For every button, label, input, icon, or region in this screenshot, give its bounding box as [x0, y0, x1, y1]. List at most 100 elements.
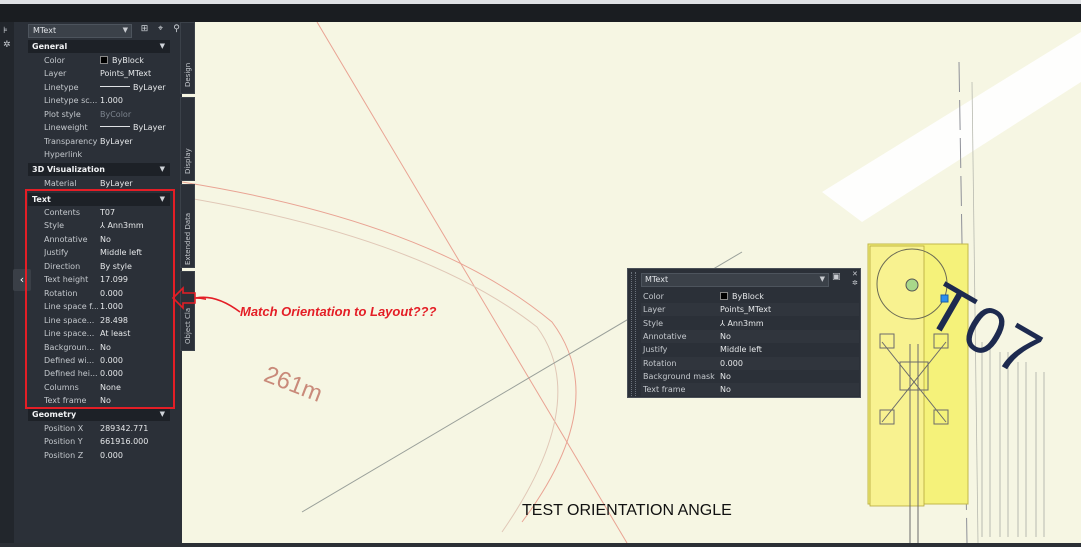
qp-property-value[interactable]: ⅄ Ann3mm: [720, 319, 764, 328]
select-objects-icon[interactable]: ⌖: [154, 24, 167, 37]
qp-property-label: Annotative: [643, 331, 687, 341]
tab-design[interactable]: Design: [180, 22, 195, 94]
qp-property-value[interactable]: Middle left: [720, 345, 762, 354]
property-value[interactable]: ByLayer: [100, 83, 166, 92]
property-value[interactable]: ByBlock: [100, 56, 144, 65]
qp-property-value-text: ByBlock: [732, 292, 764, 301]
property-value[interactable]: 661916.000: [100, 437, 148, 446]
qp-property-value[interactable]: ByBlock: [720, 292, 764, 301]
qp-property-row[interactable]: Text frame No: [641, 383, 859, 397]
settings-icon[interactable]: ✲: [3, 40, 11, 50]
options-icon[interactable]: ✲: [852, 279, 858, 287]
status-strip: [0, 543, 1081, 547]
property-label: Hyperlink: [44, 150, 83, 160]
property-label: Layer: [44, 69, 67, 79]
qp-property-value-text: 0.000: [720, 358, 743, 368]
annotation-leader: [196, 296, 241, 313]
property-label: Position Y: [44, 437, 83, 447]
chevron-down-icon[interactable]: ▼: [160, 165, 165, 173]
property-row[interactable]: Linetype ByLayer: [28, 81, 170, 94]
property-row[interactable]: Layer Points_MText: [28, 67, 170, 80]
property-value-text: 289342.771: [100, 424, 149, 433]
toggle-pickadd-icon[interactable]: ⊞: [138, 24, 151, 37]
property-row[interactable]: Position Y 661916.000: [28, 435, 170, 448]
qp-property-label: Justify: [643, 345, 668, 355]
qp-property-value-text: No: [720, 331, 731, 341]
qp-property-label: Text frame: [643, 385, 686, 395]
tab-object-class[interactable]: Object Cla: [180, 271, 195, 351]
highlight-box: [25, 189, 175, 409]
property-value-text: 661916.000: [100, 437, 149, 447]
chevron-down-icon: ▼: [819, 275, 825, 283]
section-3d-visualization[interactable]: 3D Visualization ▼: [28, 163, 170, 176]
property-value-text: 1.000: [100, 96, 123, 106]
property-value-text: Points_MText: [100, 69, 152, 79]
property-value-text: ByColor: [100, 109, 132, 119]
qp-property-value[interactable]: Points_MText: [720, 305, 771, 314]
annotation-text: Match Orientation to Layout???: [240, 304, 437, 319]
property-value[interactable]: ByLayer: [100, 123, 166, 132]
road-band: [822, 32, 1081, 222]
pin-icon[interactable]: ⊧: [3, 26, 8, 36]
qp-object-type-select[interactable]: MText ▼: [641, 273, 829, 287]
palette-header: MText ▼ ⊞ ⌖ ⚲: [28, 24, 180, 39]
property-value-text: ByLayer: [100, 179, 133, 188]
qp-property-value[interactable]: 0.000: [720, 359, 743, 368]
property-row[interactable]: Hyperlink: [28, 148, 170, 161]
property-value[interactable]: 1.000: [100, 96, 123, 105]
qp-property-row[interactable]: Background mask No: [641, 370, 859, 383]
qp-property-label: Style: [643, 318, 664, 328]
qp-property-value-text: Ann3mm: [727, 318, 764, 328]
property-row[interactable]: Linetype sc... 1.000: [28, 94, 170, 107]
property-value[interactable]: ByLayer: [100, 137, 133, 146]
qp-property-row[interactable]: Rotation 0.000: [641, 356, 859, 370]
property-value-text: ByBlock: [112, 56, 144, 65]
property-value[interactable]: 289342.771: [100, 424, 148, 433]
close-icon[interactable]: ✕: [852, 270, 858, 278]
property-label: Material: [44, 179, 77, 188]
qp-property-value[interactable]: No: [720, 372, 731, 381]
qp-property-row[interactable]: Layer Points_MText: [641, 303, 859, 317]
property-row[interactable]: Position Z 0.000: [28, 449, 170, 462]
property-label: Position Z: [44, 450, 84, 460]
property-value[interactable]: ByColor: [100, 110, 131, 119]
property-value[interactable]: 0.000: [100, 451, 123, 460]
property-value[interactable]: Points_MText: [100, 69, 151, 78]
qp-property-value[interactable]: No: [720, 332, 731, 341]
property-value[interactable]: ByLayer: [100, 179, 133, 188]
property-row[interactable]: Color ByBlock: [28, 54, 170, 67]
canvas-caption: TEST ORIENTATION ANGLE: [522, 502, 732, 519]
qp-property-value-text: No: [720, 385, 731, 395]
tab-display[interactable]: Display: [180, 97, 195, 181]
property-row[interactable]: Transparency ByLayer: [28, 135, 170, 148]
property-label: Lineweight: [44, 123, 88, 133]
qp-property-label: Layer: [643, 305, 666, 315]
section-geometry[interactable]: Geometry ▼: [28, 408, 170, 421]
qp-property-value-text: Points_MText: [720, 305, 772, 315]
palette-title-bar[interactable]: ⊧ ✲: [0, 22, 14, 543]
chevron-down-icon[interactable]: ▼: [160, 410, 165, 418]
line-sample: [100, 85, 130, 87]
property-label: Linetype: [44, 82, 79, 92]
qp-property-row[interactable]: Annotative No: [641, 329, 859, 344]
qp-property-row[interactable]: Justify Middle left: [641, 343, 859, 356]
title-strip: [0, 0, 1081, 22]
property-row[interactable]: Position X 289342.771: [28, 422, 170, 435]
qp-property-value[interactable]: No: [720, 385, 731, 394]
property-row[interactable]: Plot style ByColor: [28, 108, 170, 121]
property-label: Color: [44, 56, 65, 65]
object-type-select[interactable]: MText ▼: [28, 24, 132, 38]
customize-icon[interactable]: ▣: [832, 272, 844, 284]
qp-property-value-text: Middle left: [720, 345, 762, 355]
drag-grip[interactable]: [631, 272, 636, 396]
range-arc: [182, 181, 577, 523]
property-row[interactable]: Lineweight ByLayer: [28, 121, 170, 134]
chevron-down-icon: ▼: [122, 26, 128, 34]
section-general[interactable]: General ▼: [28, 40, 170, 53]
property-value-text: 0.000: [100, 450, 123, 460]
tab-extended-data[interactable]: Extended Data: [180, 184, 195, 268]
property-label: Linetype sc...: [44, 96, 98, 106]
qp-property-row[interactable]: Style ⅄ Ann3mm: [641, 317, 859, 330]
chevron-down-icon[interactable]: ▼: [160, 42, 165, 50]
qp-property-row[interactable]: Color ByBlock: [641, 290, 859, 303]
